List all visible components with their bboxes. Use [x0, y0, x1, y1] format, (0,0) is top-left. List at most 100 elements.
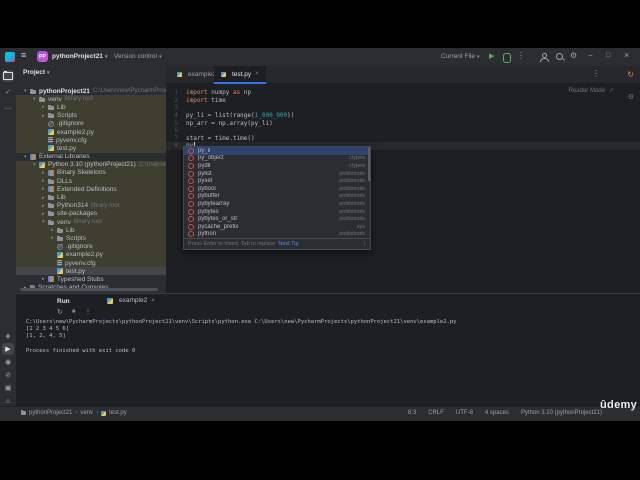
run-tool-icon[interactable]: ▶	[2, 343, 14, 355]
autocomplete-item-name: py_object	[198, 155, 224, 162]
tree-row[interactable]: venv library root	[16, 218, 166, 227]
main-menu-icon[interactable]: ≡	[21, 50, 26, 60]
tree-row[interactable]: DLLs	[16, 177, 166, 186]
tree-item-label: Scripts	[66, 234, 86, 242]
rerun-icon[interactable]: ↻	[57, 308, 63, 316]
run-config-selector[interactable]: Current File ▾	[441, 53, 479, 60]
autocomplete-item[interactable]: pylist pickletools	[184, 170, 370, 178]
tree-item-annotation: library root	[91, 202, 120, 209]
autocomplete-item[interactable]: python pickletools	[184, 231, 370, 238]
horizontal-scrollbar[interactable]	[20, 288, 158, 291]
tree-row[interactable]: Scripts	[16, 234, 166, 243]
tree-row[interactable]: Scripts	[16, 111, 166, 120]
close-window-button[interactable]: ×	[624, 50, 629, 60]
autocomplete-item[interactable]: py_object ctypes	[184, 155, 370, 163]
tree-row[interactable]: test.py	[16, 267, 166, 276]
tree-item-annotation: library root	[73, 219, 103, 226]
project-selector[interactable]: pythonProject21 ▾	[52, 53, 107, 60]
stop-icon[interactable]: ■	[72, 309, 76, 315]
settings-gear-icon[interactable]: ⚙	[570, 51, 577, 60]
popup-scrollbar[interactable]	[368, 147, 370, 181]
variable-icon	[188, 223, 194, 230]
next-tip-link[interactable]: Next Tip	[278, 241, 298, 247]
python-packages-tool-icon[interactable]: ◉	[2, 356, 14, 368]
user-profile-icon[interactable]	[539, 52, 549, 62]
autocomplete-item[interactable]: pydll ctypes	[184, 162, 370, 170]
tree-row[interactable]: .gitignore	[16, 119, 166, 128]
run-tab[interactable]: example2 ×	[107, 297, 155, 304]
status-widget[interactable]: 8:3	[408, 410, 416, 416]
variable-icon	[188, 147, 194, 154]
maximize-window-button[interactable]: □	[606, 52, 610, 59]
autocomplete-item[interactable]: pyset pickletools	[184, 177, 370, 185]
tree-row[interactable]: Python 3.10 (pythonProject21) C:\Users\n…	[16, 160, 166, 169]
tree-row[interactable]: Binary Skeletons	[16, 168, 166, 178]
tree-row[interactable]: Lib	[16, 226, 166, 235]
project-panel-header[interactable]: Project ▾	[23, 69, 50, 76]
line-number: 5	[174, 119, 178, 127]
more-tools-icon[interactable]: ⋯	[2, 102, 14, 114]
tool-window-strip: ✓ ⋯ ◈ ▶ ◉ ⊘ ▣ ⚠	[0, 66, 17, 406]
close-tab-icon[interactable]: ×	[255, 71, 259, 77]
tree-row[interactable]: .gitignore	[16, 242, 166, 251]
terminal-tool-icon[interactable]: ▣	[2, 382, 14, 394]
tree-row[interactable]: pyvenv.cfg	[16, 136, 166, 145]
status-widget[interactable]: 4 spaces	[485, 410, 509, 416]
version-control-menu[interactable]: Version control ▾	[114, 53, 162, 60]
commit-tool-icon[interactable]: ✓	[2, 86, 14, 98]
tree-row[interactable]: Lib	[16, 193, 166, 202]
tree-row[interactable]: Typeshed Stubs	[16, 275, 166, 283]
project-tool-icon[interactable]	[2, 70, 14, 82]
tree-row[interactable]: example2.py	[16, 250, 166, 259]
run-toolbar: ↻ ■ ⋮	[57, 308, 92, 316]
breadcrumb-file[interactable]: test.py	[109, 410, 127, 416]
autocomplete-item[interactable]: py_li	[184, 147, 370, 155]
status-widget[interactable]: CRLF	[428, 410, 444, 416]
tree-row[interactable]: venv library root	[16, 95, 166, 104]
breadcrumb-venv[interactable]: venv	[80, 410, 93, 416]
tree-row[interactable]: Python314 library root	[16, 201, 166, 210]
status-widget[interactable]: Python 3.10 (pythonProject21)	[521, 410, 602, 416]
autocomplete-item[interactable]: pybool pickletools	[184, 185, 370, 193]
run-more-options-icon[interactable]: ⋮	[85, 308, 92, 316]
run-button[interactable]: ▶	[489, 52, 494, 60]
autocomplete-item[interactable]: pybytearray pickletools	[184, 200, 370, 208]
tree-row[interactable]: External Libraries	[16, 153, 166, 161]
tree-row[interactable]: pythonProject21 C:\Users\new\PycharmProj…	[16, 87, 166, 95]
status-widget[interactable]: UTF-8	[456, 410, 473, 416]
autocomplete-item[interactable]: pybytes pickletools	[184, 208, 370, 216]
autocomplete-item[interactable]: pycache_prefix sys	[184, 223, 370, 231]
breadcrumb[interactable]: pythonProject21 › venv › test.py	[21, 410, 127, 416]
run-console[interactable]: C:\Users\new\PycharmProjects\pythonProje…	[26, 319, 640, 355]
tree-row[interactable]: test.py	[16, 144, 166, 153]
file-type-icon	[48, 129, 54, 136]
tree-row[interactable]: Lib	[16, 103, 166, 112]
tree-item-label: Lib	[66, 226, 75, 234]
more-actions-icon[interactable]: ⋮	[517, 51, 525, 60]
autocomplete-item[interactable]: pybytes_or_str pickletools	[184, 215, 370, 223]
run-panel-title: Run	[57, 298, 70, 305]
autocomplete-item-name: python	[198, 231, 217, 238]
tree-row[interactable]: site-packages	[16, 209, 166, 218]
minimize-window-button[interactable]: −	[588, 51, 593, 60]
ide-update-icon[interactable]: ↻	[627, 70, 634, 79]
file-type-icon	[48, 203, 54, 209]
pycharm-window: ≡ PP pythonProject21 ▾ Version control ▾ C…	[0, 48, 640, 421]
tree-row[interactable]: Extended Definitions	[16, 185, 166, 194]
python-console-tool-icon[interactable]: ⊘	[2, 369, 14, 381]
debug-button[interactable]	[503, 53, 511, 63]
project-badge[interactable]: PP	[37, 51, 48, 62]
variable-icon	[188, 170, 194, 177]
up-down-arrows-icon[interactable]: ↕	[363, 241, 366, 247]
tree-row[interactable]: example2.py	[16, 127, 166, 137]
search-everywhere-icon[interactable]	[555, 52, 565, 62]
tree-row[interactable]: pyvenv.cfg	[16, 258, 166, 268]
code-token: as	[232, 89, 244, 97]
structure-tool-icon[interactable]: ◈	[2, 330, 14, 342]
close-run-tab-icon[interactable]: ×	[151, 298, 155, 304]
tab-test[interactable]: test.py ×	[214, 66, 266, 84]
autocomplete-item[interactable]: pybuffer pickletools	[184, 193, 370, 201]
tab-options-icon[interactable]: ⋮	[592, 69, 600, 78]
breadcrumb-project[interactable]: pythonProject21	[29, 410, 72, 416]
